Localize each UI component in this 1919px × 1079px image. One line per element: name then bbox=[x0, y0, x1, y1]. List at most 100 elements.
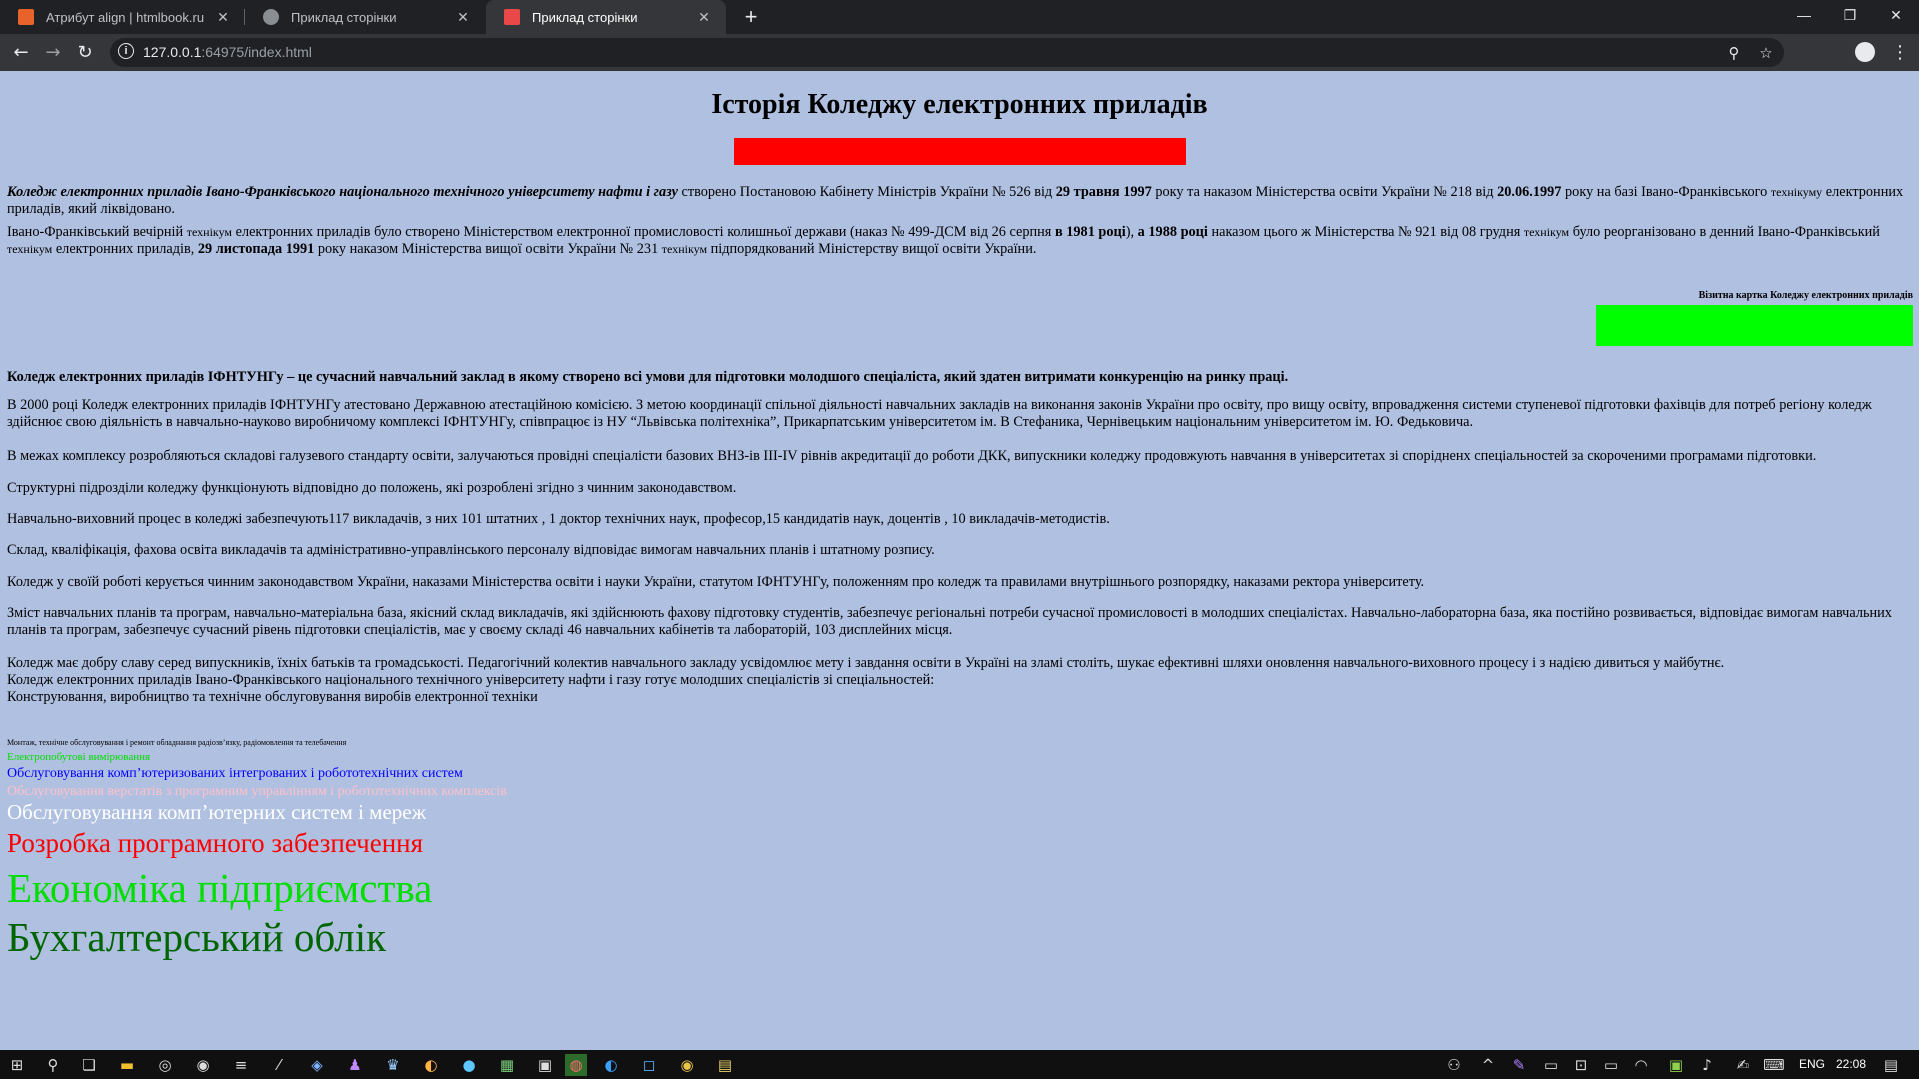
text-run: року наказом Міністерства вищої освіти У… bbox=[314, 241, 662, 257]
task-view-icon[interactable]: ❏ bbox=[78, 1054, 100, 1076]
pen-icon[interactable]: ✎ bbox=[1508, 1054, 1530, 1076]
url-host: 127.0.0.1 bbox=[143, 44, 202, 60]
forward-arrow-icon[interactable]: → bbox=[39, 39, 67, 67]
tab-title: Приклад сторінки bbox=[532, 9, 638, 25]
specialty-accounting: Бухгалтерський облік bbox=[7, 914, 387, 960]
reload-icon[interactable]: ↻ bbox=[71, 39, 99, 67]
notifications-icon[interactable]: ▤ bbox=[1880, 1054, 1902, 1076]
date: 29 травня 1997 bbox=[1055, 184, 1152, 200]
page-favicon-icon bbox=[504, 9, 520, 25]
close-window-icon[interactable]: ✕ bbox=[1873, 0, 1919, 30]
search-icon[interactable]: ⚲ bbox=[42, 1054, 64, 1076]
specialty-networks: Обслуговування комп’ютерних систем і мер… bbox=[7, 800, 427, 824]
page-title: Історія Коледжу електронних приладів bbox=[711, 89, 1208, 120]
paragraph-reputation: Коледж має добру славу серед випускників… bbox=[7, 655, 1907, 706]
date: а 1988 році bbox=[1137, 224, 1208, 240]
business-card-label: Візитна картка Коледжу електронних прила… bbox=[1698, 290, 1913, 301]
paragraph-standards: В межах комплексу розробляються складові… bbox=[7, 448, 1817, 464]
tray-icon[interactable]: ▭ bbox=[1540, 1054, 1562, 1076]
kebab-menu-icon[interactable]: ⋮ bbox=[1890, 39, 1910, 67]
chrome-icon[interactable]: ◉ bbox=[676, 1054, 698, 1076]
text-run: року та наказом Міністерства освіти Укра… bbox=[1151, 184, 1498, 200]
college-modern-statement: Коледж електронних приладів ІФНТУНГу – ц… bbox=[7, 369, 1289, 385]
text-run: року на базі Івано-Франківського bbox=[1561, 184, 1771, 200]
app-icon[interactable]: ▦ bbox=[496, 1054, 518, 1076]
app-icon[interactable]: ◉ bbox=[192, 1054, 214, 1076]
tab-strip: Атрибут align | htmlbook.ru ✕ Приклад ст… bbox=[0, 0, 1919, 34]
paragraph-structure: Структурні підрозділи коледжу функціоную… bbox=[7, 480, 737, 496]
tab-htmlbook[interactable]: Атрибут align | htmlbook.ru ✕ bbox=[0, 0, 245, 34]
profile-icon[interactable] bbox=[1855, 42, 1875, 62]
green-banner bbox=[1596, 305, 1913, 346]
specialty-household: Електропобутові вимірювання bbox=[7, 751, 151, 763]
paragraph-staff: Навчально-виховний процес в коледжі забе… bbox=[7, 511, 1110, 527]
paragraph-legislation: Коледж у своїй роботі керується чинним з… bbox=[7, 574, 1425, 590]
battery-icon[interactable]: ▭ bbox=[1600, 1054, 1622, 1076]
tab-title: Атрибут align | htmlbook.ru bbox=[46, 9, 205, 25]
windows-start-icon[interactable]: ⊞ bbox=[6, 1054, 28, 1076]
app-icon[interactable]: ◻ bbox=[638, 1054, 660, 1076]
url-text[interactable]: 127.0.0.1:64975/index.html bbox=[143, 44, 312, 60]
text-run: підпорядкований Міністерству вищої освіт… bbox=[707, 241, 1037, 257]
tab-example-page-2[interactable]: Приклад сторінки ✕ bbox=[486, 0, 726, 34]
language-indicator[interactable]: ENG bbox=[1799, 1057, 1825, 1071]
page-content: Історія Коледжу електронних приладів Кол… bbox=[0, 71, 1919, 1050]
specialty-software: Розробка програмного забезпечення bbox=[7, 828, 424, 858]
text-run: створено Постановою Кабінету Міністрів У… bbox=[677, 184, 1056, 200]
pen-input-icon[interactable]: ✍ bbox=[1732, 1054, 1754, 1076]
app-icon[interactable]: ◍ bbox=[565, 1054, 587, 1076]
tab-example-page-1[interactable]: Приклад сторінки ✕ bbox=[245, 0, 485, 34]
specialty-cnc: Обслуговування верстатів з програмним уп… bbox=[7, 784, 507, 799]
date: 20.06.1997 bbox=[1497, 184, 1562, 200]
small-word: технікум bbox=[1523, 225, 1570, 239]
clock[interactable]: 22:08 bbox=[1836, 1057, 1866, 1071]
specialties-intro: Коледж електронних приладів Івано-Франкі… bbox=[7, 672, 935, 688]
new-tab-icon[interactable]: + bbox=[737, 3, 765, 31]
restore-icon[interactable]: ❐ bbox=[1827, 0, 1873, 30]
app-icon[interactable]: ◎ bbox=[154, 1054, 176, 1076]
app-icon[interactable]: ⁄ bbox=[268, 1054, 290, 1076]
tray-icon[interactable]: ⊡ bbox=[1570, 1054, 1592, 1076]
htmlbook-favicon-icon bbox=[18, 9, 34, 25]
small-word: технікум bbox=[661, 242, 708, 256]
address-bar[interactable]: i 127.0.0.1:64975/index.html ⚲ ☆ bbox=[110, 38, 1784, 67]
close-tab-icon[interactable]: ✕ bbox=[696, 9, 712, 26]
zoom-icon[interactable]: ⚲ bbox=[1722, 41, 1746, 65]
notepad-icon[interactable]: ▤ bbox=[714, 1054, 736, 1076]
minimize-icon[interactable]: — bbox=[1781, 0, 1827, 30]
tray-icon[interactable]: ▣ bbox=[1665, 1054, 1687, 1076]
date: 29 листопада 1991 bbox=[197, 241, 315, 257]
specialty-economics: Економіка підприємства bbox=[7, 865, 433, 911]
wifi-icon[interactable]: ◠ bbox=[1630, 1054, 1652, 1076]
keyboard-icon[interactable]: ⌨ bbox=[1763, 1054, 1785, 1076]
app-icon[interactable]: ♟ bbox=[344, 1054, 366, 1076]
star-icon[interactable]: ☆ bbox=[1754, 41, 1778, 65]
text-run: було реорганізовано в денний Івано-Франк… bbox=[1569, 224, 1880, 240]
people-icon[interactable]: ⚇ bbox=[1443, 1054, 1465, 1076]
text-run: наказом цього ж Міністерства № 921 від 0… bbox=[1207, 224, 1524, 240]
history-paragraph-1: Коледж електронних приладів Івано-Франкі… bbox=[7, 184, 1907, 218]
small-word: технікум bbox=[186, 225, 233, 239]
file-explorer-icon[interactable]: ▬ bbox=[116, 1054, 138, 1076]
app-icon[interactable]: ≡ bbox=[230, 1054, 252, 1076]
info-icon[interactable]: i bbox=[118, 43, 134, 59]
small-word: технікум bbox=[7, 242, 53, 256]
app-icon[interactable]: ● bbox=[458, 1054, 480, 1076]
volume-icon[interactable]: ♪ bbox=[1696, 1054, 1718, 1076]
college-name: Коледж електронних приладів Івано-Франкі… bbox=[7, 184, 678, 200]
app-icon[interactable]: ◐ bbox=[420, 1054, 442, 1076]
small-word: технікуму bbox=[1770, 185, 1823, 199]
text-run: електронних приладів, bbox=[52, 241, 198, 257]
app-icon[interactable]: ♛ bbox=[382, 1054, 404, 1076]
paragraph-qualification: Склад, кваліфікація, фахова освіта викла… bbox=[7, 542, 935, 558]
edge-icon[interactable]: ◐ bbox=[600, 1054, 622, 1076]
taskbar: ⊞ ⚲ ❏ ▬ ◎ ◉ ≡ ⁄ ◈ ♟ ♛ ◐ ● ▦ ▣ ◍ ◐ ◻ ◉ ▤ … bbox=[0, 1050, 1919, 1079]
back-arrow-icon[interactable]: ← bbox=[7, 39, 35, 67]
close-tab-icon[interactable]: ✕ bbox=[455, 9, 471, 26]
app-icon[interactable]: ◈ bbox=[306, 1054, 328, 1076]
close-tab-icon[interactable]: ✕ bbox=[215, 9, 231, 26]
chevron-up-icon[interactable]: ^ bbox=[1477, 1054, 1499, 1076]
specialty-robotics: Обслуговування комп’ютеризованих інтегро… bbox=[7, 766, 463, 781]
paragraph-curriculum: Зміст навчальних планів та програм, навч… bbox=[7, 605, 1892, 638]
app-icon[interactable]: ▣ bbox=[534, 1054, 556, 1076]
